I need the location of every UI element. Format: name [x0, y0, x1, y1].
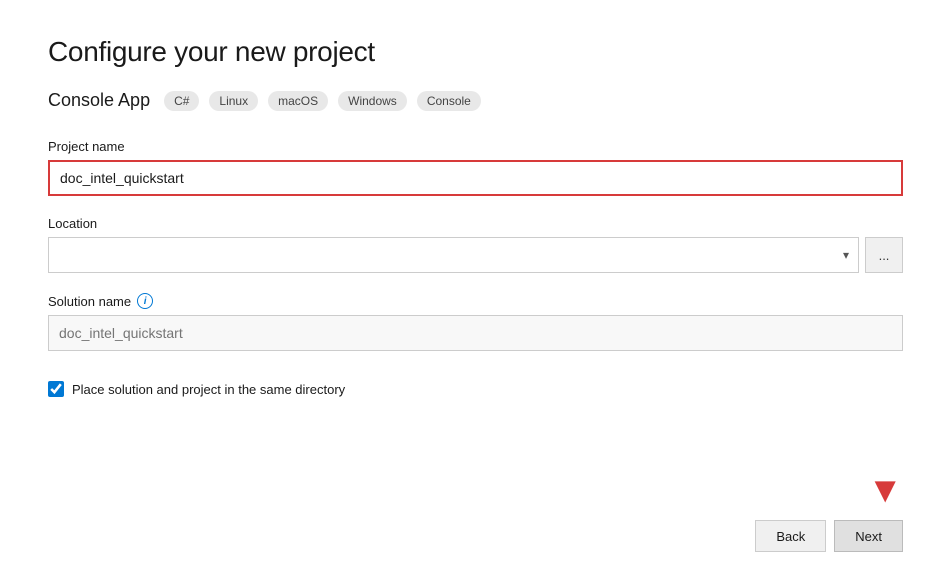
- same-directory-label: Place solution and project in the same d…: [72, 382, 345, 397]
- tag-linux: Linux: [209, 91, 258, 111]
- back-button[interactable]: Back: [755, 520, 826, 552]
- project-name-input[interactable]: [48, 160, 903, 196]
- location-section: Location ▾ ...: [48, 216, 903, 273]
- tag-console: Console: [417, 91, 481, 111]
- tag-macos: macOS: [268, 91, 328, 111]
- project-name-section: Project name: [48, 139, 903, 196]
- same-directory-checkbox[interactable]: [48, 381, 64, 397]
- next-button[interactable]: Next: [834, 520, 903, 552]
- location-select[interactable]: [48, 237, 859, 273]
- red-arrow-icon: ▼: [867, 472, 903, 508]
- project-type-name: Console App: [48, 90, 150, 111]
- location-label: Location: [48, 216, 903, 231]
- same-directory-row: Place solution and project in the same d…: [48, 381, 903, 397]
- solution-name-label: Solution name i: [48, 293, 903, 309]
- location-select-wrapper: ▾: [48, 237, 859, 273]
- solution-name-section: Solution name i: [48, 293, 903, 351]
- page-title: Configure your new project: [48, 36, 903, 68]
- project-name-label: Project name: [48, 139, 903, 154]
- footer-buttons: Back Next: [755, 520, 903, 552]
- solution-name-input[interactable]: [48, 315, 903, 351]
- solution-name-info-icon[interactable]: i: [137, 293, 153, 309]
- location-row: ▾ ...: [48, 237, 903, 273]
- configure-project-dialog: Configure your new project Console App C…: [0, 0, 951, 574]
- tag-windows: Windows: [338, 91, 407, 111]
- browse-button[interactable]: ...: [865, 237, 903, 273]
- tag-csharp: C#: [164, 91, 199, 111]
- project-type-row: Console App C# Linux macOS Windows Conso…: [48, 90, 903, 111]
